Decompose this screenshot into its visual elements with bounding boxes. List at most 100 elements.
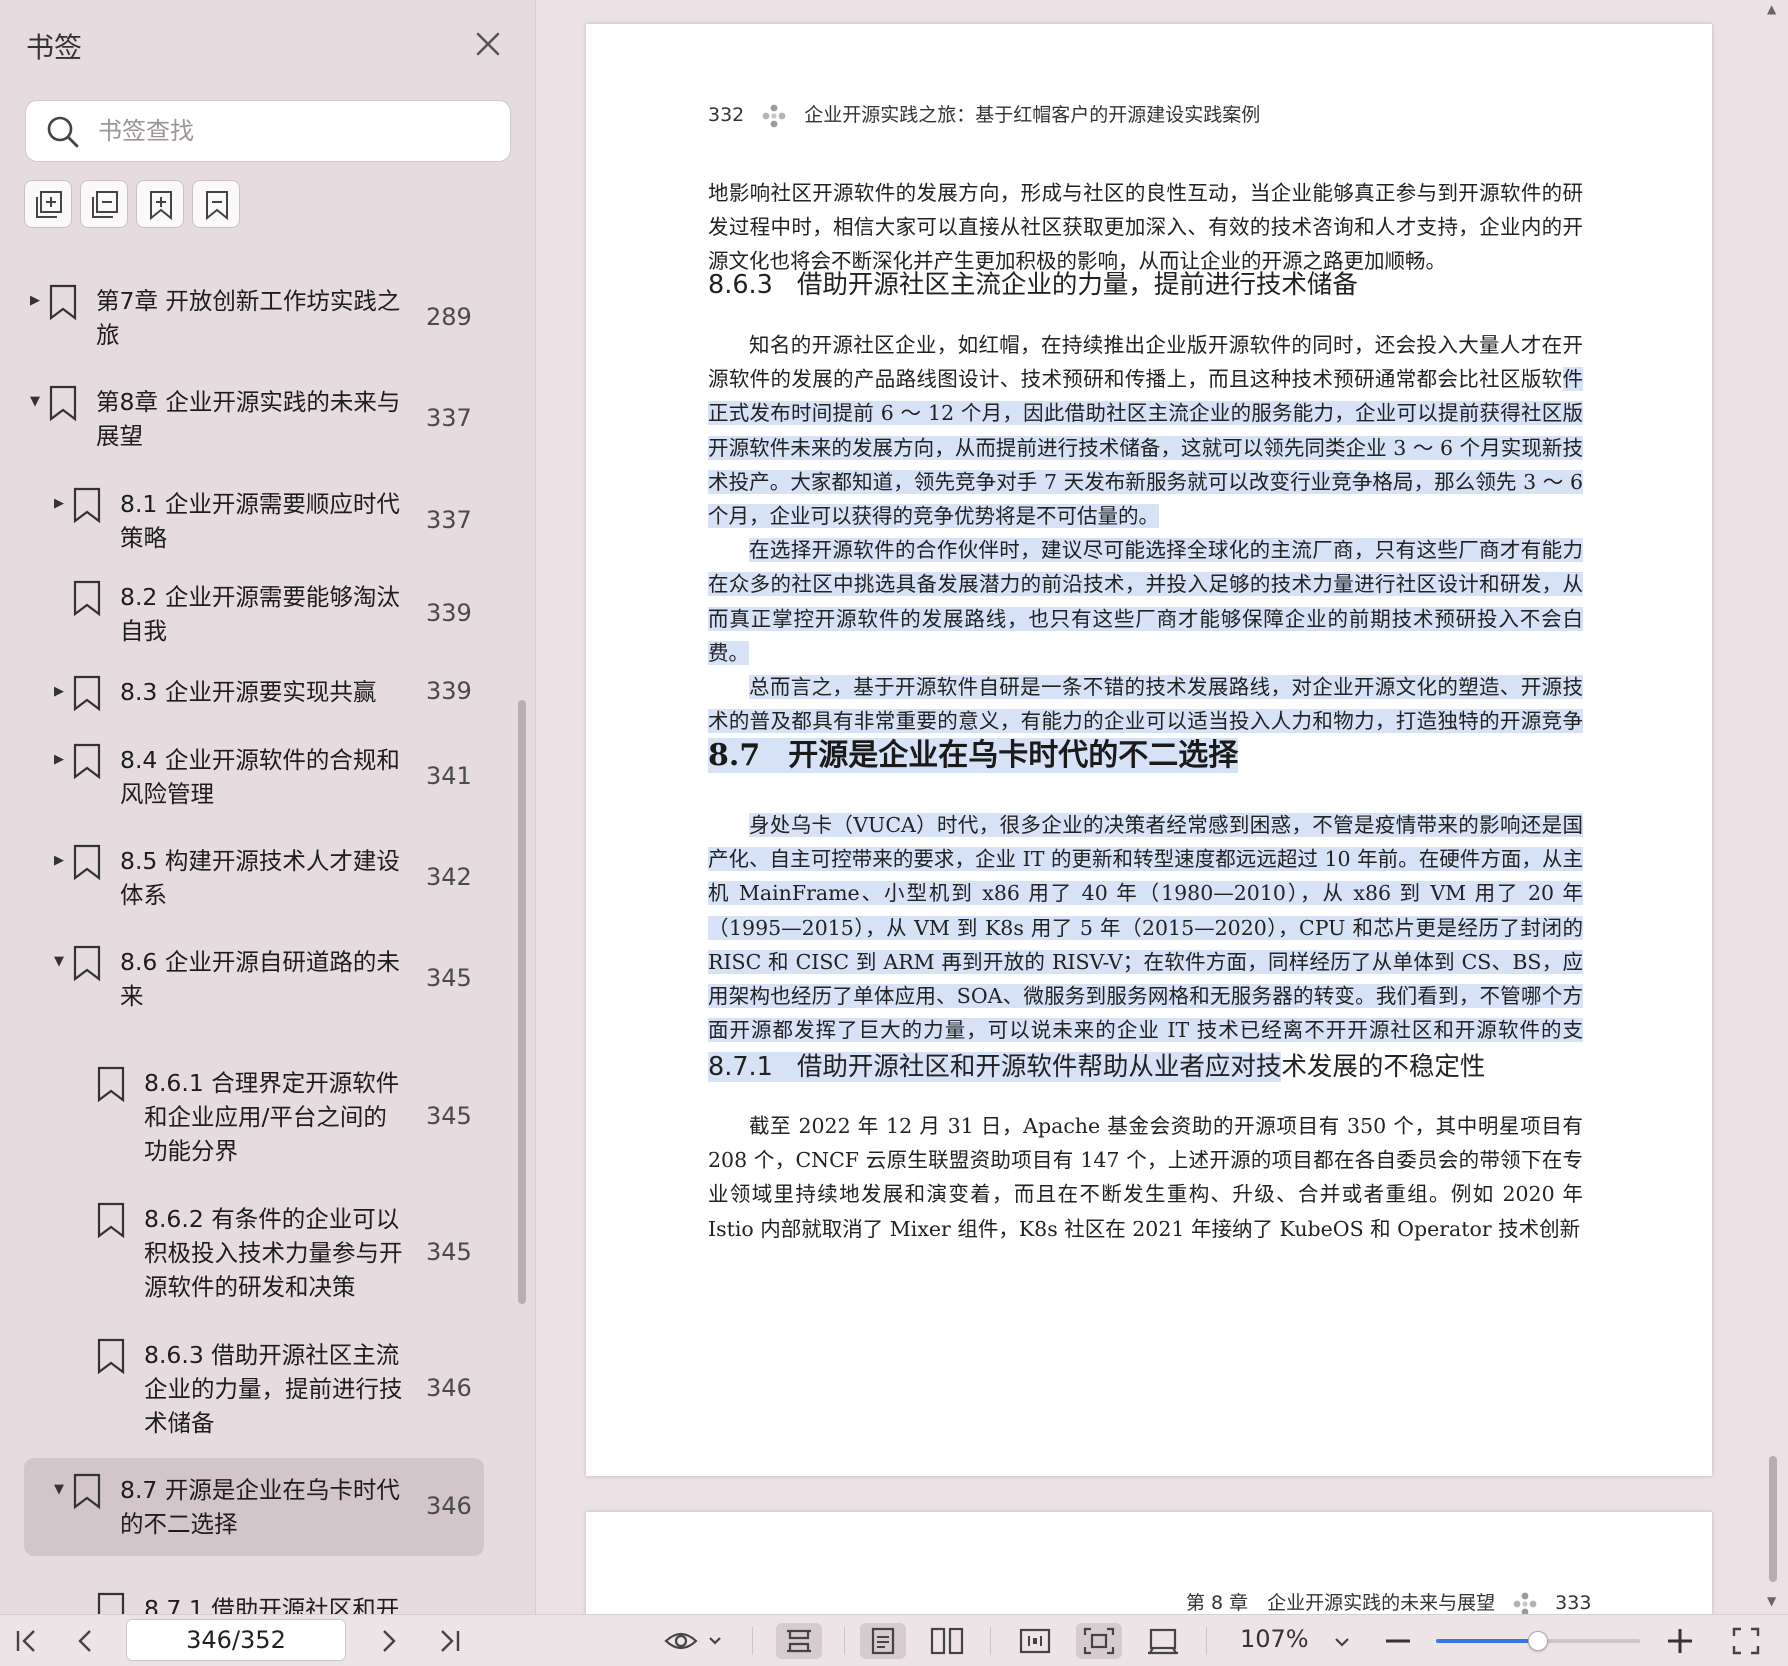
search-input[interactable] — [98, 109, 488, 153]
page-number: 333 — [1555, 1592, 1592, 1614]
zoom-level[interactable]: 107% — [1240, 1625, 1309, 1653]
rotate-button[interactable] — [1140, 1623, 1186, 1659]
bookmark-item[interactable]: 8.6.2 有条件的企业可以 积极投入技术力量参与开 源软件的研发和决策 345 — [0, 1186, 520, 1320]
add-bookmark-icon — [150, 191, 172, 221]
document-scrollbar[interactable] — [1769, 1456, 1777, 1582]
bookmark-label: 8.5 构建开源技术人才建设 体系 — [120, 844, 400, 912]
zoom-out-button[interactable] — [1380, 1623, 1416, 1659]
bookmark-item[interactable]: ▶ 8.1 企业开源需要顺应时代 策略 337 — [0, 471, 520, 571]
bookmark-label: 8.6.3 借助开源社区主流 企业的力量，提前进行技 术储备 — [144, 1338, 403, 1440]
bookmark-sidebar: 书签 ▶第7章 开放创新工作坊 — [0, 0, 536, 1629]
bookmark-label-line: 第7章 开放创新工作坊实践之 — [96, 287, 401, 315]
prev-page-button[interactable] — [68, 1623, 104, 1659]
bookmark-icon — [206, 191, 228, 221]
paragraph-text: 截至 2022 年 12 月 31 日，Apache 基金会资助的开源项目有 3… — [708, 1114, 1583, 1241]
fit-page-button[interactable] — [1076, 1623, 1122, 1659]
bookmark-label-line: 展望 — [96, 422, 143, 450]
zoom-slider-fill — [1436, 1639, 1538, 1643]
close-icon[interactable] — [470, 26, 506, 62]
document-page-next: 第 8 章 企业开源实践的未来与展望 333 — [586, 1512, 1712, 1614]
divider — [1206, 1627, 1207, 1655]
bookmark-label-line: 策略 — [120, 524, 167, 552]
bookmark-page-number: 341 — [426, 762, 472, 790]
expand-toggle-icon[interactable]: ▶ — [30, 294, 44, 308]
bookmark-label-line: 来 — [120, 982, 144, 1010]
bookmark-label: 8.6.2 有条件的企业可以 积极投入技术力量参与开 源软件的研发和决策 — [144, 1202, 403, 1304]
bookmark-page-number: 337 — [426, 404, 472, 432]
page-header: 332 企业开源实践之旅：基于红帽客户的开源建设实践案例 — [708, 100, 1260, 128]
zoom-slider[interactable] — [1436, 1631, 1640, 1651]
bookmark-label-line: 术储备 — [144, 1409, 215, 1437]
bookmark-label-line: 第8章 企业开源实践的未来与 — [96, 388, 401, 416]
sidebar-scrollbar[interactable] — [518, 700, 526, 1304]
expand-all-button[interactable] — [24, 180, 72, 228]
two-page-icon — [930, 1627, 964, 1655]
document-view: 332 企业开源实践之旅：基于红帽客户的开源建设实践案例 地影响社区开源软件的发展… — [537, 0, 1788, 1614]
collapse-toggle-icon[interactable]: ▼ — [54, 1483, 68, 1497]
divider — [752, 1627, 753, 1655]
diamond-ornament-icon — [762, 104, 786, 127]
expand-toggle-icon[interactable]: ▶ — [54, 685, 68, 699]
bookmark-item[interactable]: ▼ 第8章 企业开源实践的未来与 展望 337 — [0, 369, 520, 469]
page-number: 332 — [708, 104, 745, 126]
continuous-scroll-button[interactable] — [776, 1623, 822, 1659]
zoom-dropdown-button[interactable] — [1326, 1623, 1358, 1659]
highlighted-text[interactable]: 件正式发布时间提前 6 ～ 12 个月，因此借助社区主流企业的服务能力，企业可以… — [708, 367, 1583, 529]
bookmark-icon — [49, 284, 77, 321]
two-page-button[interactable] — [924, 1623, 970, 1659]
add-bookmark-button[interactable] — [136, 180, 184, 228]
next-page-button[interactable] — [370, 1623, 406, 1659]
bookmark-button[interactable] — [192, 180, 240, 228]
zoom-out-icon — [1386, 1639, 1410, 1643]
bookmark-label-line: 风险管理 — [120, 780, 214, 808]
bookmark-label-line: 自我 — [120, 617, 167, 645]
view-mode-button[interactable] — [664, 1623, 724, 1659]
single-page-button[interactable] — [860, 1623, 906, 1659]
last-page-button[interactable] — [432, 1623, 468, 1659]
bookmark-label-line: 企业的力量，提前进行技 — [144, 1375, 403, 1403]
zoom-slider-knob[interactable] — [1528, 1631, 1548, 1651]
single-page-icon — [871, 1627, 895, 1655]
highlighted-text[interactable]: 身处乌卡（VUCA）时代，很多企业的决策者经常感到困惑，不管是疫情带来的影响还是… — [708, 813, 1583, 1077]
section-title-highlighted[interactable]: 借助开源社区和开源软件帮助从业者应对技 — [797, 1052, 1282, 1082]
expand-toggle-icon[interactable]: ▶ — [54, 753, 68, 767]
first-page-button[interactable] — [8, 1623, 44, 1659]
bookmark-label: 8.3 企业开源要实现共赢 — [120, 675, 376, 709]
bookmark-item[interactable]: ▶ 8.5 构建开源技术人才建设 体系 342 — [0, 828, 520, 928]
collapse-toggle-icon[interactable]: ▼ — [54, 955, 68, 969]
bookmark-label-line: 8.7 开源是企业在乌卡时代 — [120, 1476, 400, 1504]
search-icon — [47, 116, 79, 148]
prev-page-icon — [78, 1630, 91, 1652]
bookmark-item[interactable]: ▶ 8.3 企业开源要实现共赢 339 — [0, 658, 520, 726]
zoom-in-button[interactable] — [1662, 1623, 1698, 1659]
section-number: 8.7 — [708, 738, 761, 773]
bookmark-label-line: 8.3 企业开源要实现共赢 — [120, 678, 377, 706]
bookmark-icon — [73, 945, 101, 982]
highlighted-text[interactable]: 在选择开源软件的合作伙伴时，建议尽可能选择全球化的主流厂商，只有这些厂商才有能力… — [708, 538, 1583, 665]
collapse-toggle-icon[interactable]: ▼ — [30, 395, 44, 409]
fit-width-button[interactable] — [1012, 1623, 1058, 1659]
scroll-down-arrow-icon[interactable]: ▼ — [1767, 1594, 1776, 1608]
paragraph-group: 知名的开源社区企业，如红帽，在持续推出企业版开源软件的同时，还会投入大量人才在开… — [708, 328, 1583, 773]
fullscreen-icon — [1732, 1627, 1760, 1655]
expand-toggle-icon[interactable]: ▶ — [54, 854, 68, 868]
bookmark-label-line: 旅 — [96, 321, 120, 349]
bookmark-label-line: 8.4 企业开源软件的合规和 — [120, 746, 400, 774]
bookmark-item[interactable]: ▼ 8.6 企业开源自研道路的未来 345 — [0, 929, 520, 1029]
bookmark-item[interactable]: 8.6.3 借助开源社区主流 企业的力量，提前进行技 术储备 346 — [0, 1322, 520, 1456]
fullscreen-button[interactable] — [1728, 1623, 1764, 1659]
bookmark-item[interactable]: ▶ 8.4 企业开源软件的合规和 风险管理 341 — [0, 727, 520, 827]
bookmark-item[interactable]: ▼ 8.7 开源是企业在乌卡时代 的不二选择 346 — [0, 1458, 520, 1556]
expand-toggle-icon[interactable]: ▶ — [54, 497, 68, 511]
collapse-all-button[interactable] — [80, 180, 128, 228]
page-number-input[interactable] — [126, 1619, 346, 1661]
bookmark-item[interactable]: ▶ 第7章 开放创新工作坊实践之旅 289 — [0, 268, 520, 368]
bookmark-icon — [49, 385, 77, 422]
scroll-up-arrow-icon[interactable]: ▲ — [1767, 2, 1776, 16]
bookmark-item[interactable]: 8.6.1 合理界定开源软件 和企业应用/平台之间的 功能分界 345 — [0, 1050, 520, 1184]
bookmark-label-line: 8.6.3 借助开源社区主流 — [144, 1341, 400, 1369]
bookmark-page-number: 289 — [426, 303, 472, 331]
bookmark-item[interactable]: 8.2 企业开源需要能够淘汰 自我 339 — [0, 572, 520, 656]
bookmark-search[interactable] — [25, 100, 511, 162]
bookmark-label-line: 8.6 企业开源自研道路的未 — [120, 948, 400, 976]
